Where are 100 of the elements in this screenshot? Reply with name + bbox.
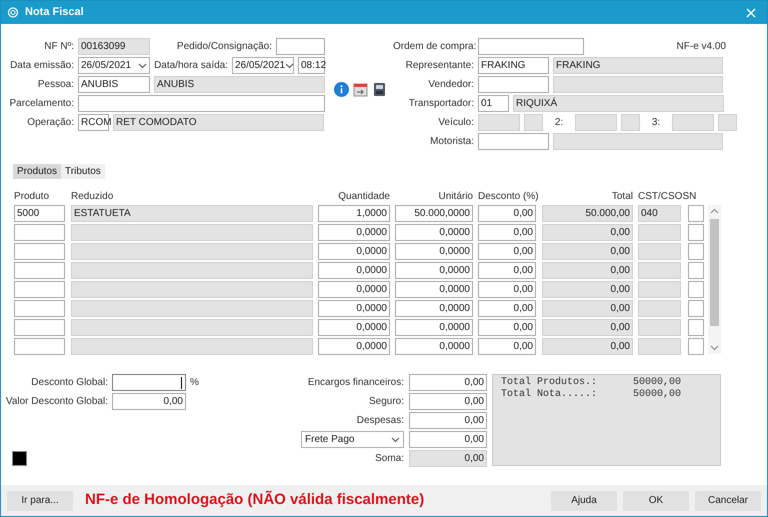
input-field[interactable]: 0,00 — [478, 262, 536, 279]
summary-line: Total Produtos.: 50000,00 — [501, 377, 682, 388]
input-field[interactable]: 0,0000 — [318, 300, 390, 317]
input-field[interactable] — [478, 76, 549, 93]
readonly-field — [638, 300, 681, 317]
readonly-field — [638, 224, 681, 241]
input-field[interactable] — [78, 95, 325, 112]
input-field[interactable]: 0,0000 — [318, 319, 390, 336]
window-title: Nota Fiscal — [25, 5, 84, 20]
field-label: NF Nº: — [43, 40, 74, 54]
input-field[interactable]: 0,00 — [478, 224, 536, 241]
field-label: 2: — [554, 116, 564, 130]
column-header: Unitário — [438, 190, 474, 203]
input-field[interactable]: 0,0000 — [318, 243, 390, 260]
input-field[interactable] — [14, 300, 65, 317]
chevron-down-icon — [138, 62, 147, 68]
color-swatch[interactable] — [12, 451, 27, 466]
tab[interactable]: Tributos — [61, 164, 105, 179]
readonly-field: RET COMODATO — [113, 114, 324, 131]
input-field[interactable]: 0,00 — [409, 412, 487, 429]
input-field[interactable]: 0,00 — [409, 374, 487, 391]
chevron-down-icon — [285, 62, 294, 68]
input-field[interactable] — [478, 38, 584, 55]
input-field[interactable]: 0,0000 — [395, 262, 473, 279]
scrollbar[interactable] — [708, 205, 721, 354]
goto-button[interactable]: Ir para... — [7, 490, 73, 510]
input-field[interactable] — [276, 38, 325, 55]
input-field[interactable]: 0,00 — [409, 393, 487, 410]
input-field[interactable]: 0,00 — [478, 338, 536, 355]
input-field[interactable]: 0,00 — [112, 393, 186, 410]
dropdown[interactable]: Frete Pago — [301, 431, 404, 448]
input-field[interactable]: 5000 — [14, 205, 65, 222]
readonly-field: 0,00 — [542, 262, 633, 279]
input-field[interactable] — [14, 281, 65, 298]
input-field[interactable]: 50.000,0000 — [395, 205, 473, 222]
calendar-icon[interactable] — [353, 82, 368, 97]
input-field[interactable]: 0,0000 — [395, 243, 473, 260]
field-label: Seguro: — [368, 395, 404, 409]
input-field[interactable]: 0,00 — [478, 243, 536, 260]
input-field[interactable] — [688, 319, 704, 336]
dialog-button[interactable]: OK — [623, 490, 689, 510]
input-field[interactable]: 1,0000 — [318, 205, 390, 222]
chevron-down-icon[interactable] — [710, 345, 719, 351]
input-field[interactable]: ANUBIS — [78, 76, 150, 93]
input-field[interactable]: 0,00 — [478, 300, 536, 317]
input-field[interactable]: 0,0000 — [318, 224, 390, 241]
chevron-up-icon[interactable] — [710, 208, 719, 214]
input-field[interactable]: 0,0000 — [318, 281, 390, 298]
input-field[interactable] — [688, 300, 704, 317]
readonly-field: ANUBIS — [154, 76, 325, 93]
dialog-button[interactable]: Ajuda — [551, 490, 617, 510]
input-field[interactable] — [688, 243, 704, 260]
input-field[interactable] — [688, 205, 704, 222]
device-icon[interactable] — [372, 82, 387, 97]
field-label: Encargos financeiros: — [308, 376, 404, 390]
input-field[interactable]: 0,00 — [478, 205, 536, 222]
input-field[interactable] — [14, 243, 65, 260]
input-field[interactable]: 0,0000 — [318, 338, 390, 355]
input-field[interactable]: 08:12 — [298, 57, 325, 74]
input-field[interactable]: FRAKING — [478, 57, 549, 74]
input-field[interactable]: 0,0000 — [395, 300, 473, 317]
field-label: Soma: — [375, 452, 404, 466]
input-field[interactable] — [14, 262, 65, 279]
readonly-field — [621, 114, 640, 131]
readonly-field: 0,00 — [542, 224, 633, 241]
input-field[interactable]: 0,00 — [478, 319, 536, 336]
input-field[interactable]: 0,00 — [478, 281, 536, 298]
input-field[interactable] — [688, 224, 704, 241]
dropdown[interactable]: 26/05/2021 — [232, 57, 294, 74]
input-field[interactable] — [688, 281, 704, 298]
dropdown[interactable]: 26/05/2021 — [78, 57, 150, 74]
input-field[interactable] — [14, 319, 65, 336]
input-field[interactable]: 0,0000 — [395, 338, 473, 355]
field-label: Despesas: — [356, 414, 404, 428]
warning-text: NF-e de Homologação (NÃO válida fiscalmente) — [85, 490, 424, 510]
field-label: Ordem de compra: — [393, 40, 474, 54]
input-field[interactable]: RCOM — [78, 114, 109, 131]
readonly-field: 0,00 — [409, 450, 487, 467]
field-label: Motorista: — [429, 135, 474, 149]
input-field[interactable]: 0,0000 — [318, 262, 390, 279]
input-field[interactable] — [688, 262, 704, 279]
input-field[interactable] — [688, 338, 704, 355]
tab[interactable]: Produtos — [13, 164, 62, 179]
readonly-field: 0,00 — [542, 338, 633, 355]
input-field[interactable] — [112, 374, 186, 391]
input-field[interactable]: 0,0000 — [395, 281, 473, 298]
info-icon[interactable] — [334, 82, 349, 97]
column-header: CST/CSOSN — [638, 190, 698, 203]
input-field[interactable]: 0,0000 — [395, 224, 473, 241]
readonly-field — [718, 114, 737, 131]
input-field[interactable]: 01 — [478, 95, 509, 112]
readonly-field: 0,00 — [542, 319, 633, 336]
dialog-button[interactable]: Cancelar — [695, 490, 761, 510]
input-field[interactable] — [14, 224, 65, 241]
input-field[interactable]: 0,00 — [409, 431, 487, 448]
input-field[interactable]: 0,0000 — [395, 319, 473, 336]
input-field[interactable] — [14, 338, 65, 355]
readonly-field: 00163099 — [78, 38, 150, 55]
input-field[interactable] — [478, 133, 549, 150]
readonly-field: 0,00 — [542, 243, 633, 260]
